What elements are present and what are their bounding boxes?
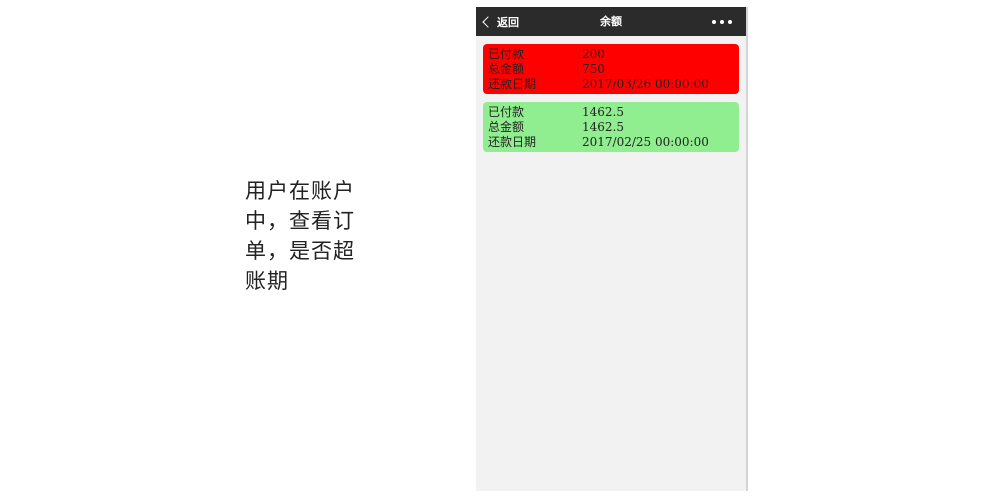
more-dots-icon <box>712 19 716 24</box>
total-row: 总金额 750 <box>488 62 735 77</box>
total-label: 总金额 <box>488 62 525 76</box>
total-label: 总金额 <box>488 120 525 134</box>
paid-label: 已付款 <box>488 105 525 119</box>
total-value: 750 <box>582 62 605 76</box>
order-card-overdue[interactable]: 已付款 200 总金额 750 还款日期 2017/03/26 00:00:00 <box>483 44 739 94</box>
paid-value: 200 <box>582 47 605 61</box>
more-button[interactable] <box>712 7 732 36</box>
phone-screen: 返回 余额 已付款 200 总金额 750 还款日期 2017/03/26 00… <box>476 7 748 491</box>
nav-bar: 返回 余额 <box>476 7 746 36</box>
more-dots-icon <box>728 19 732 24</box>
order-list: 已付款 200 总金额 750 还款日期 2017/03/26 00:00:00… <box>476 36 746 152</box>
total-row: 总金额 1462.5 <box>488 120 735 135</box>
annotation-caption: 用户在账户中，查看订单，是否超账期 <box>245 179 355 293</box>
due-date-row: 还款日期 2017/02/25 00:00:00 <box>488 135 735 150</box>
paid-label: 已付款 <box>488 47 525 61</box>
due-date-label: 还款日期 <box>488 135 537 149</box>
due-date-value: 2017/03/26 00:00:00 <box>582 77 709 91</box>
paid-value: 1462.5 <box>582 105 624 119</box>
order-card-ok[interactable]: 已付款 1462.5 总金额 1462.5 还款日期 2017/02/25 00… <box>483 102 739 152</box>
total-value: 1462.5 <box>582 120 624 134</box>
more-dots-icon <box>720 19 724 24</box>
paid-row: 已付款 200 <box>488 47 735 62</box>
due-date-row: 还款日期 2017/03/26 00:00:00 <box>488 77 735 92</box>
paid-row: 已付款 1462.5 <box>488 105 735 120</box>
due-date-value: 2017/02/25 00:00:00 <box>582 135 709 149</box>
page-title: 余额 <box>600 15 622 28</box>
due-date-label: 还款日期 <box>488 77 537 91</box>
